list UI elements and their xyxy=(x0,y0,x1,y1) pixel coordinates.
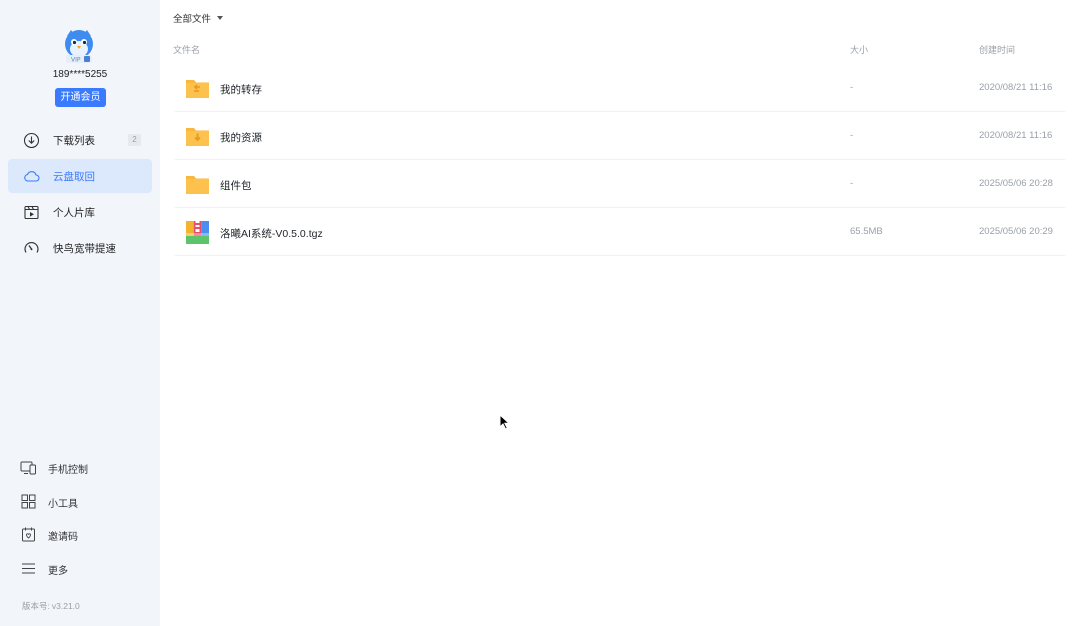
caret-down-icon xyxy=(217,16,224,21)
file-row[interactable]: 我的转存 - 2020/08/21 11:16 xyxy=(175,65,1065,112)
file-time: 2025/05/06 20:29 xyxy=(979,226,1053,237)
folder-icon xyxy=(185,172,210,197)
bottom-item-label: 手机控制 xyxy=(48,465,88,476)
grid-tools-icon xyxy=(20,493,37,510)
bottom-item-label: 邀请码 xyxy=(48,532,78,543)
file-name: 我的转存 xyxy=(220,84,262,96)
all-files-dropdown[interactable]: 全部文件 xyxy=(173,11,224,25)
video-library-icon xyxy=(23,204,40,221)
nav-label: 个人片库 xyxy=(53,207,95,219)
cloud-icon xyxy=(23,168,40,185)
bottom-item-label: 更多 xyxy=(48,566,68,577)
download-icon xyxy=(23,132,40,149)
file-time: 2025/05/06 20:28 xyxy=(979,178,1053,189)
phone-control-item[interactable]: 手机控制 xyxy=(20,458,140,478)
nav-label: 云盘取回 xyxy=(53,171,95,183)
version-value: v3.21.0 xyxy=(51,601,80,611)
nav-cloud-retrieve[interactable]: 云盘取回 xyxy=(8,159,152,193)
file-browser: 全部文件 文件名 大小 创建时间 我的转存 - 2020/08/21 11:16… xyxy=(160,0,1080,626)
sidebar: VIP 189****5255 开通会员 下载列表 2 云盘取回 个人片库 快鸟… xyxy=(0,0,160,626)
account-phone: 189****5255 xyxy=(52,69,108,80)
folder-download-icon xyxy=(185,124,210,149)
nav-speedup[interactable]: 快鸟宽带提速 xyxy=(8,231,152,265)
column-header-time[interactable]: 创建时间 xyxy=(979,43,1015,56)
download-count-badge: 2 xyxy=(128,134,141,146)
breadcrumb-label: 全部文件 xyxy=(173,14,212,25)
file-time: 2020/08/21 11:16 xyxy=(979,82,1053,93)
nav-label: 快鸟宽带提速 xyxy=(53,243,116,255)
file-size: 65.5MB xyxy=(850,226,883,237)
nav-personal-library[interactable]: 个人片库 xyxy=(8,195,152,229)
file-name: 洛曦AI系统-V0.5.0.tgz xyxy=(220,228,323,240)
mouse-cursor-icon xyxy=(499,413,511,430)
bird-avatar-icon: VIP xyxy=(65,30,93,64)
speedometer-icon xyxy=(23,240,40,257)
nav-download-list[interactable]: 下载列表 2 xyxy=(8,123,152,157)
file-size: - xyxy=(850,130,854,141)
svg-text:VIP: VIP xyxy=(71,57,81,64)
more-item[interactable]: 更多 xyxy=(20,559,140,579)
file-row[interactable]: 组件包 - 2025/05/06 20:28 xyxy=(175,161,1065,208)
nav-label: 下载列表 xyxy=(53,135,95,147)
user-avatar[interactable]: VIP xyxy=(62,28,96,64)
archive-file-icon xyxy=(185,220,210,245)
invite-code-item[interactable]: 邀请码 xyxy=(20,525,140,545)
column-header-name[interactable]: 文件名 xyxy=(173,43,200,56)
open-membership-button[interactable]: 开通会员 xyxy=(55,88,106,107)
version-info: 版本号: v3.21.0 xyxy=(20,600,80,612)
file-name: 我的资源 xyxy=(220,132,262,144)
file-row[interactable]: 洛曦AI系统-V0.5.0.tgz 65.5MB 2025/05/06 20:2… xyxy=(175,209,1065,256)
version-label: 版本号: xyxy=(22,601,50,611)
tools-item[interactable]: 小工具 xyxy=(20,492,140,512)
invite-code-icon xyxy=(20,526,37,543)
bottom-item-label: 小工具 xyxy=(48,499,78,510)
file-size: - xyxy=(850,82,854,93)
phone-control-icon xyxy=(20,459,37,476)
file-size: - xyxy=(850,178,854,189)
menu-icon xyxy=(20,560,37,577)
column-header-size[interactable]: 大小 xyxy=(850,43,868,56)
folder-transfer-icon xyxy=(185,76,210,101)
file-name: 组件包 xyxy=(220,180,252,192)
file-row[interactable]: 我的资源 - 2020/08/21 11:16 xyxy=(175,113,1065,160)
file-time: 2020/08/21 11:16 xyxy=(979,130,1053,141)
